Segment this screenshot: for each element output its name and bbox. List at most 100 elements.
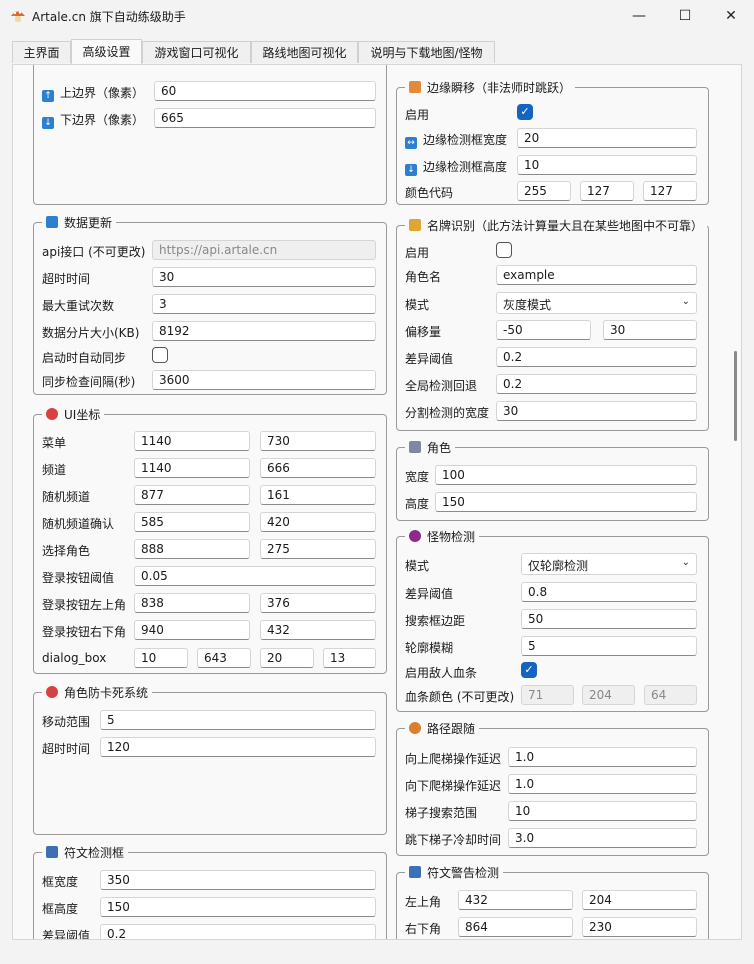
random-channel-y-input[interactable]: 161 bbox=[260, 485, 376, 505]
select-character-x-input[interactable]: 888 bbox=[134, 539, 250, 559]
person-run-icon bbox=[409, 441, 421, 453]
window-title: Artale.cn 旗下自动练级助手 bbox=[32, 10, 186, 24]
ladder-cooldown-input[interactable]: 3.0 bbox=[508, 828, 697, 848]
dialog-box-input-2[interactable]: 643 bbox=[197, 648, 251, 668]
chunk-size-input[interactable]: 8192 bbox=[152, 321, 376, 341]
anti-stuck-title: 角色防卡死系统 bbox=[64, 686, 149, 700]
nameplate-mode-select[interactable]: 灰度模式 ⌄ bbox=[496, 292, 697, 314]
warning-bottom-right-x-input[interactable]: 864 bbox=[458, 917, 573, 937]
rune-diff-input[interactable]: 0.2 bbox=[100, 924, 376, 939]
character-height-input[interactable]: 150 bbox=[435, 492, 697, 512]
anti-stuck-timeout-input[interactable]: 120 bbox=[100, 737, 376, 757]
contour-blur-label: 轮廓模糊 bbox=[405, 641, 454, 655]
hp-color-b-input: 64 bbox=[644, 685, 697, 705]
random-channel-confirm-y-input[interactable]: 420 bbox=[260, 512, 376, 532]
login-bottom-right-y-input[interactable]: 432 bbox=[260, 620, 376, 640]
edge-width-input[interactable]: 20 bbox=[517, 128, 697, 148]
move-range-input[interactable]: 5 bbox=[100, 710, 376, 730]
climb-up-delay-input[interactable]: 1.0 bbox=[508, 747, 697, 767]
offset-x-input[interactable]: -50 bbox=[496, 320, 591, 340]
character-title: 角色 bbox=[427, 441, 452, 455]
scrollbar-thumb[interactable] bbox=[734, 351, 737, 441]
tab-main[interactable]: 主界面 bbox=[12, 41, 71, 63]
bottom-border-input[interactable]: 665 bbox=[154, 108, 376, 128]
ui-coords-title: UI坐标 bbox=[64, 408, 101, 422]
menu-y-input[interactable]: 730 bbox=[260, 431, 376, 451]
maximize-button[interactable]: ☐ bbox=[662, 0, 708, 32]
warning-bottom-right-y-input[interactable]: 230 bbox=[582, 917, 697, 937]
select-character-y-input[interactable]: 275 bbox=[260, 539, 376, 559]
tab-route-map[interactable]: 路线地图可视化 bbox=[251, 41, 358, 63]
advanced-settings-panel: ↑ 上边界（像素） 60 ↓ 下边界（像素） 665 数据更新 api接口 (不可更… bbox=[12, 64, 742, 940]
dialog-box-input-4[interactable]: 13 bbox=[323, 648, 376, 668]
random-channel-confirm-x-input[interactable]: 585 bbox=[134, 512, 250, 532]
character-name-input[interactable]: example bbox=[496, 265, 697, 285]
color-code-label: 颜色代码 bbox=[405, 186, 454, 200]
box-height-input[interactable]: 150 bbox=[100, 897, 376, 917]
warning-top-left-x-input[interactable]: 432 bbox=[458, 890, 573, 910]
nameplate-title: 名牌识别（此方法计算量大且在某些地图中不可靠） bbox=[427, 219, 704, 233]
nameplate-diff-input[interactable]: 0.2 bbox=[496, 347, 697, 367]
hp-color-g-input: 204 bbox=[582, 685, 635, 705]
border-group: ↑ 上边界（像素） 60 ↓ 下边界（像素） 665 bbox=[33, 65, 387, 205]
edge-teleport-title: 边缘瞬移（非法师时跳跃） bbox=[427, 81, 572, 95]
channel-y-input[interactable]: 666 bbox=[260, 458, 376, 478]
split-width-input[interactable]: 30 bbox=[496, 401, 697, 421]
offset-y-input[interactable]: 30 bbox=[603, 320, 697, 340]
warning-top-left-y-input[interactable]: 204 bbox=[582, 890, 697, 910]
color-g-input[interactable]: 127 bbox=[580, 181, 634, 201]
chevron-down-icon: ⌄ bbox=[681, 557, 690, 568]
enemy-hp-label: 启用敌人血条 bbox=[405, 666, 478, 680]
channel-x-input[interactable]: 1140 bbox=[134, 458, 250, 478]
enemy-hp-checkbox[interactable]: ✓ bbox=[521, 662, 537, 678]
login-threshold-input[interactable]: 0.05 bbox=[134, 566, 376, 586]
hp-color-r-input: 71 bbox=[521, 685, 574, 705]
tab-help-download[interactable]: 说明与下载地图/怪物 bbox=[358, 41, 495, 63]
login-top-left-x-input[interactable]: 838 bbox=[134, 593, 250, 613]
search-margin-input[interactable]: 50 bbox=[521, 609, 697, 629]
ladder-range-label: 梯子搜索范围 bbox=[405, 806, 478, 820]
login-top-left-y-input[interactable]: 376 bbox=[260, 593, 376, 613]
sync-interval-input[interactable]: 3600 bbox=[152, 370, 376, 390]
edge-teleport-group: 边缘瞬移（非法师时跳跃） 启用 ✓ ↔ 边缘检测框宽度 20 ↓ 边缘检测框高度 1… bbox=[396, 79, 709, 205]
global-fallback-input[interactable]: 0.2 bbox=[496, 374, 697, 394]
dialog-box-input-1[interactable]: 10 bbox=[134, 648, 188, 668]
rune-warning-title: 符文警告检测 bbox=[427, 866, 500, 880]
box-width-input[interactable]: 350 bbox=[100, 870, 376, 890]
close-button[interactable]: ✕ bbox=[708, 0, 754, 32]
character-width-input[interactable]: 100 bbox=[435, 465, 697, 485]
dragon-icon bbox=[409, 81, 421, 93]
timeout-label: 超时时间 bbox=[42, 272, 91, 286]
anti-stuck-timeout-label: 超时时间 bbox=[42, 742, 91, 756]
random-channel-label: 随机频道 bbox=[42, 490, 91, 504]
global-fallback-label: 全局检测回退 bbox=[405, 379, 478, 393]
minimize-button[interactable]: — bbox=[616, 0, 662, 32]
monster-mode-select[interactable]: 仅轮廓检测 ⌄ bbox=[521, 553, 697, 575]
ladder-range-input[interactable]: 10 bbox=[508, 801, 697, 821]
random-channel-x-input[interactable]: 877 bbox=[134, 485, 250, 505]
contour-blur-input[interactable]: 5 bbox=[521, 636, 697, 656]
box-width-label: 框宽度 bbox=[42, 875, 79, 889]
monster-diff-input[interactable]: 0.8 bbox=[521, 582, 697, 602]
top-border-input[interactable]: 60 bbox=[154, 81, 376, 101]
nameplate-enable-checkbox[interactable] bbox=[496, 242, 512, 258]
download-icon bbox=[46, 216, 58, 228]
dialog-box-input-3[interactable]: 20 bbox=[260, 648, 314, 668]
edge-height-input[interactable]: 10 bbox=[517, 155, 697, 175]
retry-input[interactable]: 3 bbox=[152, 294, 376, 314]
climb-down-delay-input[interactable]: 1.0 bbox=[508, 774, 697, 794]
tag-icon bbox=[409, 219, 421, 231]
tab-advanced[interactable]: 高级设置 bbox=[71, 39, 142, 64]
split-width-label: 分割检测的宽度 bbox=[405, 406, 490, 420]
monster-icon bbox=[409, 530, 421, 542]
tab-game-window[interactable]: 游戏窗口可视化 bbox=[142, 41, 251, 63]
autosync-checkbox[interactable] bbox=[152, 347, 168, 363]
edge-enable-checkbox[interactable]: ✓ bbox=[517, 104, 533, 120]
color-r-input[interactable]: 255 bbox=[517, 181, 571, 201]
menu-x-input[interactable]: 1140 bbox=[134, 431, 250, 451]
chunk-size-label: 数据分片大小(KB) bbox=[42, 326, 140, 340]
color-b-input[interactable]: 127 bbox=[643, 181, 697, 201]
autosync-label: 启动时自动同步 bbox=[42, 351, 127, 365]
login-bottom-right-x-input[interactable]: 940 bbox=[134, 620, 250, 640]
timeout-input[interactable]: 30 bbox=[152, 267, 376, 287]
